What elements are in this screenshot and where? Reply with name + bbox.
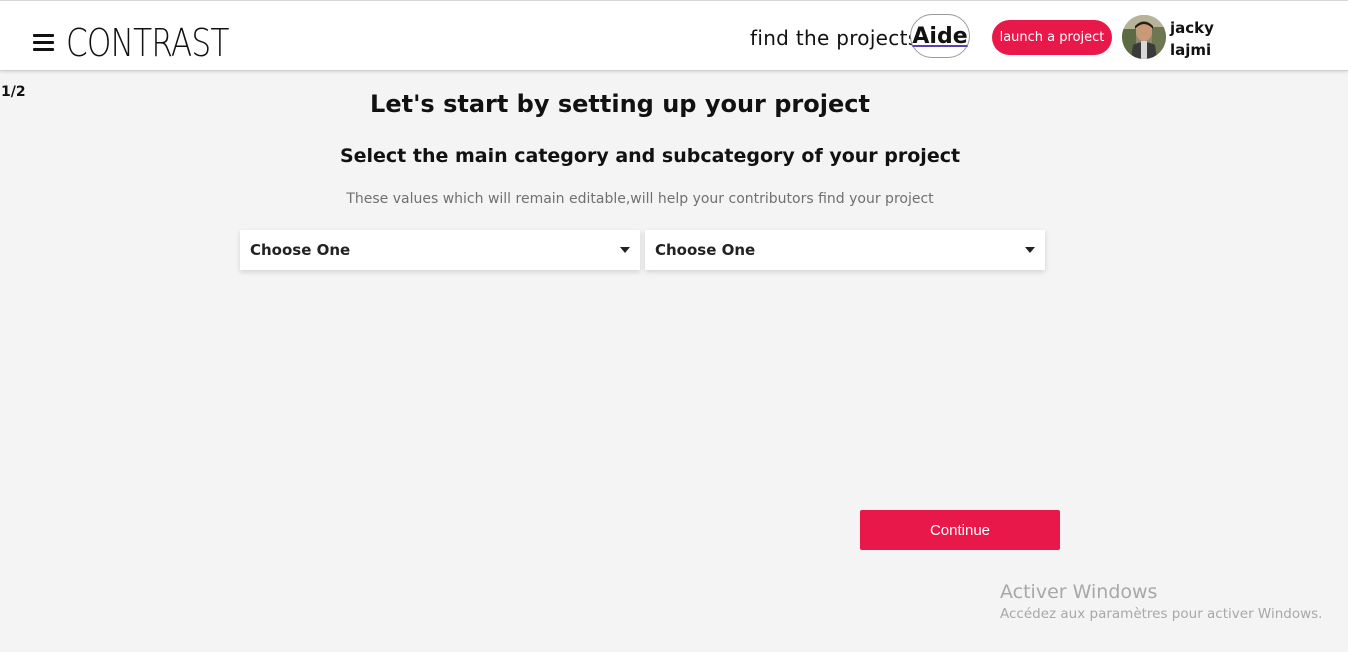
user-first-name: jacky: [1170, 19, 1214, 37]
find-projects-link[interactable]: find the projects: [750, 26, 918, 50]
chevron-down-icon: [1025, 247, 1035, 253]
contrast-logo[interactable]: CONTRAST: [66, 22, 229, 64]
avatar[interactable]: [1122, 15, 1166, 59]
page-title: Let's start by setting up your project: [370, 90, 870, 118]
top-navbar: CONTRAST find the projects Aide launch a…: [0, 0, 1348, 71]
aide-button-label: Aide: [912, 23, 968, 49]
user-avatar-image: [1122, 15, 1166, 59]
subcategory-select-value: Choose One: [655, 241, 756, 259]
watermark-subtitle: Accédez aux paramètres pour activer Wind…: [1000, 606, 1323, 622]
user-name[interactable]: jacky lajmi: [1170, 17, 1250, 61]
category-select-value: Choose One: [250, 241, 351, 259]
windows-activation-watermark: Activer Windows Accédez aux paramètres p…: [1000, 580, 1322, 624]
watermark-title: Activer Windows: [1000, 581, 1158, 603]
section-title: Select the main category and subcategory…: [339, 145, 961, 167]
hamburger-menu-icon[interactable]: [33, 34, 54, 52]
helper-text: These values which will remain editable,…: [346, 191, 934, 207]
chevron-down-icon: [620, 247, 630, 253]
launch-project-button-label: launch a project: [999, 30, 1105, 45]
continue-button[interactable]: Continue: [860, 510, 1060, 550]
category-select[interactable]: Choose One: [240, 230, 640, 270]
continue-button-label: Continue: [929, 521, 991, 539]
subcategory-select[interactable]: Choose One: [645, 230, 1045, 270]
user-last-name: lajmi: [1170, 41, 1212, 59]
aide-button[interactable]: Aide: [910, 14, 970, 58]
launch-project-button[interactable]: launch a project: [992, 20, 1112, 55]
